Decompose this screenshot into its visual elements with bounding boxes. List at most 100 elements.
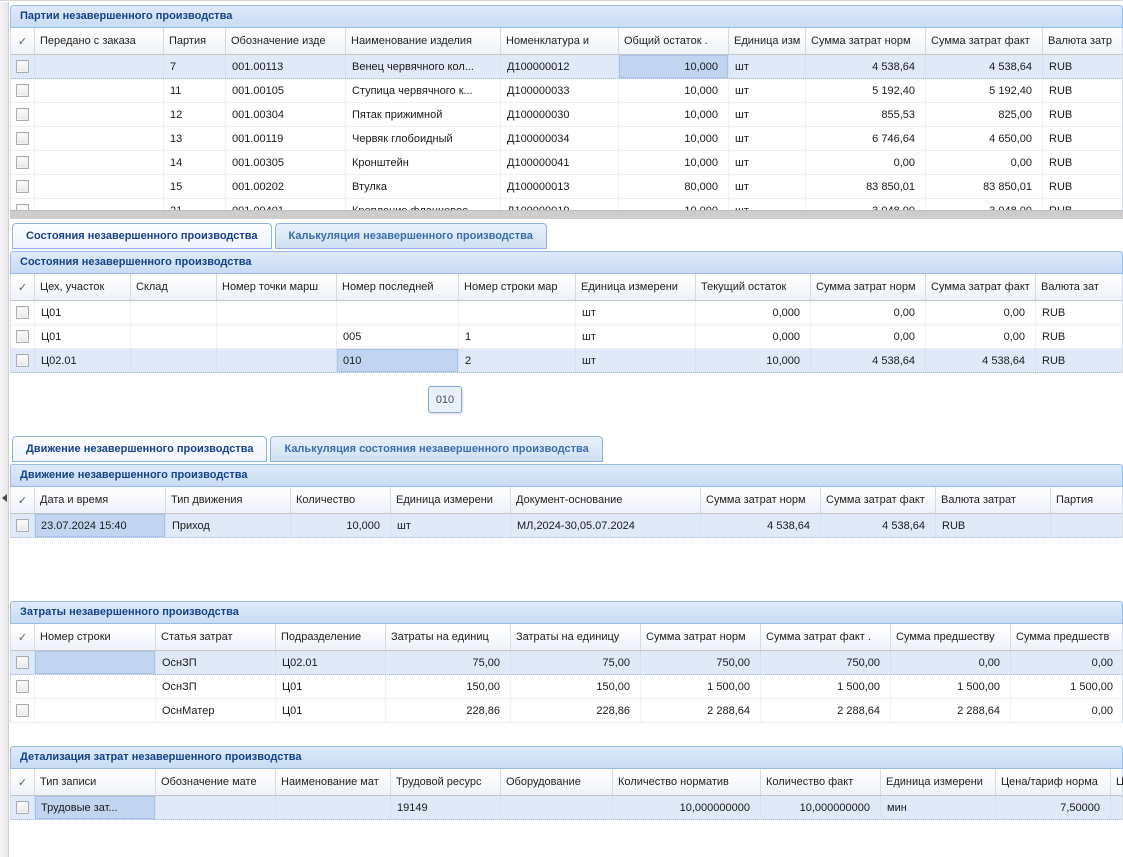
- grid-cell[interactable]: 2 288,64: [891, 699, 1011, 722]
- grid-cell[interactable]: Д100000019: [501, 199, 619, 210]
- row-checkbox[interactable]: [16, 306, 29, 319]
- column-header[interactable]: Ц: [1111, 769, 1123, 795]
- grid-cell[interactable]: 825,00: [926, 103, 1043, 126]
- select-all-header[interactable]: ✓: [11, 28, 35, 54]
- grid-cell[interactable]: [35, 103, 164, 126]
- grid-cell[interactable]: RUB: [1043, 103, 1122, 126]
- grid-cell[interactable]: 4 650,00: [926, 127, 1043, 150]
- grid-cell[interactable]: 10,000: [619, 55, 729, 78]
- column-header[interactable]: Склад: [131, 274, 217, 300]
- grid-cell[interactable]: Ступица червячного к...: [346, 79, 501, 102]
- column-header[interactable]: Документ-основание: [511, 487, 701, 513]
- grid-cell[interactable]: RUB: [936, 514, 1051, 537]
- grid-cell[interactable]: [131, 301, 217, 324]
- table-row[interactable]: 11001.00105Ступица червячного к...Д10000…: [11, 79, 1122, 103]
- column-header[interactable]: Номер строки мар: [459, 274, 576, 300]
- column-header[interactable]: Сумма предшеству: [891, 624, 1011, 650]
- grid-cell[interactable]: RUB: [1043, 127, 1122, 150]
- grid-cell[interactable]: 228,86: [511, 699, 641, 722]
- grid-cell[interactable]: 010: [337, 349, 459, 372]
- row-checkbox[interactable]: [16, 156, 29, 169]
- grid-cell[interactable]: 4 538,64: [811, 349, 926, 372]
- grid-cell[interactable]: Пятак прижимной: [346, 103, 501, 126]
- grid-cell[interactable]: 0,00: [1011, 651, 1122, 674]
- row-checkbox[interactable]: [16, 330, 29, 343]
- column-header[interactable]: Сумма затрат норм: [811, 274, 926, 300]
- grid-cell[interactable]: шт: [729, 79, 806, 102]
- splitter-collapse-left-icon[interactable]: [2, 494, 7, 502]
- column-header[interactable]: Статья затрат: [156, 624, 276, 650]
- grid-cell[interactable]: [276, 796, 391, 819]
- grid-cell[interactable]: 4 538,64: [701, 514, 821, 537]
- grid-cell[interactable]: 1 500,00: [891, 675, 1011, 698]
- select-all-header[interactable]: ✓: [11, 624, 35, 650]
- column-header[interactable]: Партия: [164, 28, 226, 54]
- grid-cell[interactable]: 19149: [391, 796, 501, 819]
- grid-cell[interactable]: [337, 301, 459, 324]
- table-row[interactable]: 15001.00202ВтулкаД10000001380,000шт83 85…: [11, 175, 1122, 199]
- grid-cell[interactable]: Ц01: [276, 675, 386, 698]
- row-checkbox[interactable]: [16, 204, 29, 210]
- column-header[interactable]: Сумма затрат факт .: [761, 624, 891, 650]
- grid-cell[interactable]: 5 192,40: [806, 79, 926, 102]
- select-all-header[interactable]: ✓: [11, 274, 35, 300]
- grid-cell[interactable]: 0,00: [926, 325, 1036, 348]
- grid-cell[interactable]: [217, 301, 337, 324]
- grid-cell[interactable]: шт: [729, 151, 806, 174]
- grid-cell[interactable]: [35, 651, 156, 674]
- grid-cell[interactable]: Венец червячного кол...: [346, 55, 501, 78]
- table-row[interactable]: 23.07.2024 15:40Приход10,000штМЛ,2024-30…: [11, 514, 1122, 538]
- row-checkbox[interactable]: [16, 801, 29, 814]
- grid-cell[interactable]: 6 746,64: [806, 127, 926, 150]
- grid-cell[interactable]: шт: [729, 55, 806, 78]
- grid-cell[interactable]: Ц02.01: [35, 349, 131, 372]
- column-header[interactable]: Валюта затр: [1043, 28, 1123, 54]
- grid-cell[interactable]: Трудовые зат...: [35, 796, 156, 819]
- column-header[interactable]: Единица изм: [729, 28, 806, 54]
- grid-cell[interactable]: 2 288,64: [641, 699, 761, 722]
- grid-cell[interactable]: [1051, 514, 1122, 537]
- column-header[interactable]: Общий остаток .: [619, 28, 729, 54]
- grid-cell[interactable]: 83 850,01: [806, 175, 926, 198]
- grid-cell[interactable]: 23.07.2024 15:40: [35, 514, 166, 537]
- grid-cell[interactable]: 0,000: [696, 325, 811, 348]
- grid-cell[interactable]: [35, 699, 156, 722]
- column-header[interactable]: Сумма затрат факт: [926, 28, 1043, 54]
- table-row[interactable]: Ц01шт0,0000,000,00RUB: [11, 301, 1122, 325]
- grid-cell[interactable]: 0,00: [811, 325, 926, 348]
- grid-cell[interactable]: 0,00: [1011, 699, 1122, 722]
- grid-cell[interactable]: RUB: [1036, 301, 1122, 324]
- column-header[interactable]: Тип записи: [35, 769, 156, 795]
- column-header[interactable]: Единица измерени: [391, 487, 511, 513]
- column-header[interactable]: Сумма затрат факт: [926, 274, 1036, 300]
- grid-cell[interactable]: ОснЗП: [156, 651, 276, 674]
- grid-cell[interactable]: [35, 79, 164, 102]
- table-row[interactable]: 14001.00305КронштейнД10000004110,000шт0,…: [11, 151, 1122, 175]
- grid-cell[interactable]: 228,86: [386, 699, 511, 722]
- grid-cell[interactable]: Ц01: [276, 699, 386, 722]
- grid-cell[interactable]: ОснЗП: [156, 675, 276, 698]
- column-header[interactable]: Передано с заказа: [35, 28, 164, 54]
- grid-cell[interactable]: МЛ,2024-30,05.07.2024: [511, 514, 701, 537]
- grid-cell[interactable]: 75,00: [511, 651, 641, 674]
- row-checkbox[interactable]: [16, 108, 29, 121]
- tab-wip-movement-inactive[interactable]: Калькуляция состояния незавершенного про…: [270, 436, 602, 462]
- grid-cell[interactable]: 10,000: [291, 514, 391, 537]
- column-header[interactable]: Обозначение мате: [156, 769, 276, 795]
- grid-cell[interactable]: 2: [459, 349, 576, 372]
- row-checkbox[interactable]: [16, 680, 29, 693]
- grid-cell[interactable]: 3 048,00: [926, 199, 1043, 210]
- table-row[interactable]: 13001.00119Червяк глобоидныйД10000003410…: [11, 127, 1122, 151]
- grid-cell[interactable]: [35, 175, 164, 198]
- column-header[interactable]: Количество норматив: [613, 769, 761, 795]
- grid-cell[interactable]: Д100000033: [501, 79, 619, 102]
- column-header[interactable]: Валюта затрат: [936, 487, 1051, 513]
- grid-cell[interactable]: 150,00: [386, 675, 511, 698]
- grid-cell[interactable]: 005: [337, 325, 459, 348]
- grid-cell[interactable]: 001.00113: [226, 55, 346, 78]
- grid-cell[interactable]: мин: [881, 796, 996, 819]
- column-header[interactable]: Обозначение изде: [226, 28, 346, 54]
- column-header[interactable]: Количество: [291, 487, 391, 513]
- column-header[interactable]: Наименование изделия: [346, 28, 501, 54]
- grid-cell[interactable]: Д100000041: [501, 151, 619, 174]
